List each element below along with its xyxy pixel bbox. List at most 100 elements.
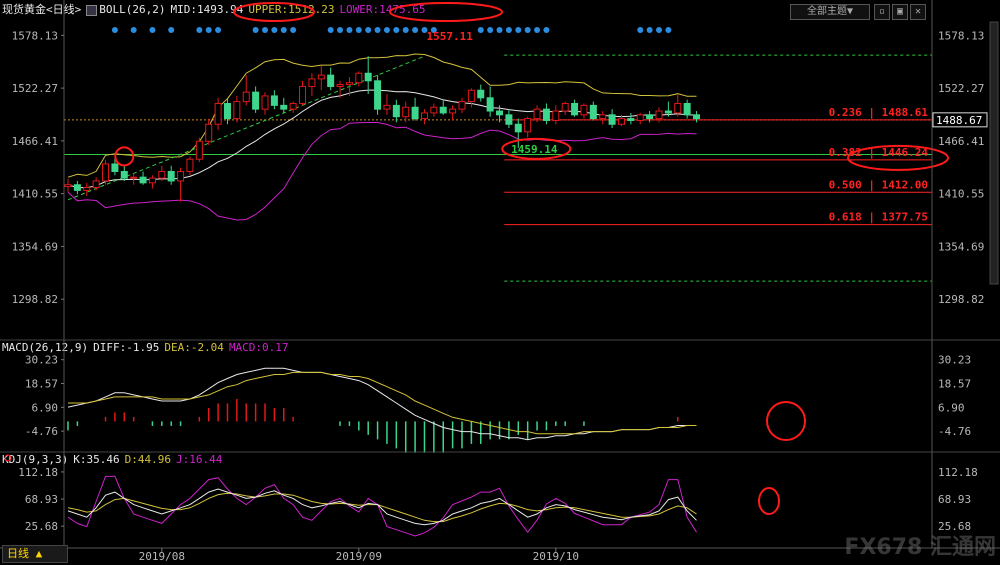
signal-dot xyxy=(337,27,344,33)
candle-body xyxy=(308,78,316,87)
signal-dot xyxy=(543,27,550,33)
y-tick-label-left: 25.68 xyxy=(25,520,58,533)
y-tick-label-right: 1354.69 xyxy=(938,240,984,253)
candle-body xyxy=(496,110,504,116)
y-tick-label-right: 1522.27 xyxy=(938,82,984,95)
candle-body xyxy=(486,97,494,112)
candle-body xyxy=(205,123,213,142)
y-tick-label-left: 1354.69 xyxy=(12,240,58,253)
y-tick-label-right: 30.23 xyxy=(938,354,971,367)
candle-body xyxy=(299,85,307,104)
signal-dot xyxy=(168,27,175,33)
signal-dot xyxy=(196,27,203,33)
chart-canvas[interactable]: 0.236 | 1488.61 0.382 | 1446.24 0.500 | 14… xyxy=(0,0,1000,565)
price-tag: 1488.67 xyxy=(936,114,982,127)
signal-dot xyxy=(402,27,409,33)
signal-dot xyxy=(534,27,541,33)
signal-dot xyxy=(524,27,531,33)
candle-body xyxy=(102,163,110,182)
signal-dot xyxy=(477,27,484,33)
candle-body xyxy=(693,114,701,120)
candle-body xyxy=(608,114,616,125)
signal-dot xyxy=(130,27,137,33)
signal-dot xyxy=(365,27,372,33)
candle-body xyxy=(636,114,644,121)
macd-pane xyxy=(67,367,806,453)
candle-body xyxy=(374,80,382,110)
mid-circle xyxy=(233,2,315,22)
candle-body xyxy=(364,72,372,82)
candle-body xyxy=(420,112,428,120)
candle-body xyxy=(655,110,663,120)
signal-dot xyxy=(290,27,297,33)
candle-body xyxy=(64,184,72,188)
y-tick-label-left: 18.57 xyxy=(25,378,58,391)
kdj-toggle-icon xyxy=(4,454,12,462)
y-tick-label-right: 1578.13 xyxy=(938,29,984,42)
signal-dot xyxy=(656,27,662,33)
fib-label: 0.382 | 1446.24 xyxy=(829,146,929,159)
axes: 1578.13 1578.13 1522.27 1522.27 1466.41 1466.… xyxy=(0,0,1000,563)
candle-body xyxy=(552,110,560,121)
low-label: 1459.14 xyxy=(511,143,558,156)
candle-body xyxy=(439,106,447,114)
x-tick-label: 2019/09 xyxy=(336,550,382,563)
candle-body xyxy=(383,104,391,110)
candle-body xyxy=(533,108,541,120)
signal-dot xyxy=(355,27,362,33)
candle-body xyxy=(186,158,194,172)
candle-body xyxy=(477,89,485,99)
y-tick-label-right: 1466.41 xyxy=(938,135,984,148)
y-tick-label-left: 1466.41 xyxy=(12,135,58,148)
candle-body xyxy=(214,102,222,125)
candle-body xyxy=(580,104,588,116)
y-tick-label-right: 6.90 xyxy=(938,401,965,414)
candle-body xyxy=(561,102,569,112)
y-tick-label-right: 68.93 xyxy=(938,493,971,506)
period-selector[interactable]: 日线 ▲ xyxy=(2,545,68,563)
candle-body xyxy=(589,104,597,120)
fib-label: 0.236 | 1488.61 xyxy=(829,106,929,119)
y-tick-label-left: 1298.82 xyxy=(12,293,58,306)
signal-dot xyxy=(111,27,118,33)
candle-body xyxy=(617,118,625,125)
x-tick-label: 2019/10 xyxy=(533,550,579,563)
cross-circle xyxy=(114,146,135,167)
x-tick-label: 2019/08 xyxy=(139,550,185,563)
watermark-logo: FX678 汇通网 xyxy=(844,535,996,560)
candle-body xyxy=(130,176,138,179)
candle-body xyxy=(402,106,410,118)
signal-dot xyxy=(271,27,278,33)
peak-label: 1557.11 xyxy=(426,30,473,43)
kdj-circle xyxy=(758,487,780,515)
y-tick-label-left: 1578.13 xyxy=(12,29,58,42)
candle-body xyxy=(270,95,278,106)
signal-dot xyxy=(280,27,287,33)
candle-body xyxy=(73,184,81,191)
y-tick-label-right: 1298.82 xyxy=(938,293,984,306)
candle-body xyxy=(514,123,522,133)
fib-label: 0.500 | 1412.00 xyxy=(829,178,928,191)
y-tick-label-right: 112.18 xyxy=(938,466,978,479)
candle-body xyxy=(505,114,513,125)
signal-dot xyxy=(262,27,268,33)
candle-body xyxy=(195,140,203,160)
kdj-pane xyxy=(4,454,780,537)
candle-body xyxy=(646,114,654,120)
candle-body xyxy=(327,74,335,87)
signal-dot xyxy=(205,27,212,33)
candle-body xyxy=(336,84,344,87)
macd-circle xyxy=(766,401,806,441)
signal-dot xyxy=(327,27,334,33)
candle-body xyxy=(458,101,466,110)
y-tick-label-left: 1522.27 xyxy=(12,82,58,95)
candle-body xyxy=(664,110,672,114)
candle-body xyxy=(355,72,363,84)
signal-dot xyxy=(215,27,222,33)
candle-body xyxy=(571,102,579,116)
signal-dot xyxy=(515,27,522,33)
candle-body xyxy=(252,91,260,110)
scrollbar xyxy=(989,21,999,285)
candle-body xyxy=(430,106,438,114)
candle-body xyxy=(111,163,119,172)
